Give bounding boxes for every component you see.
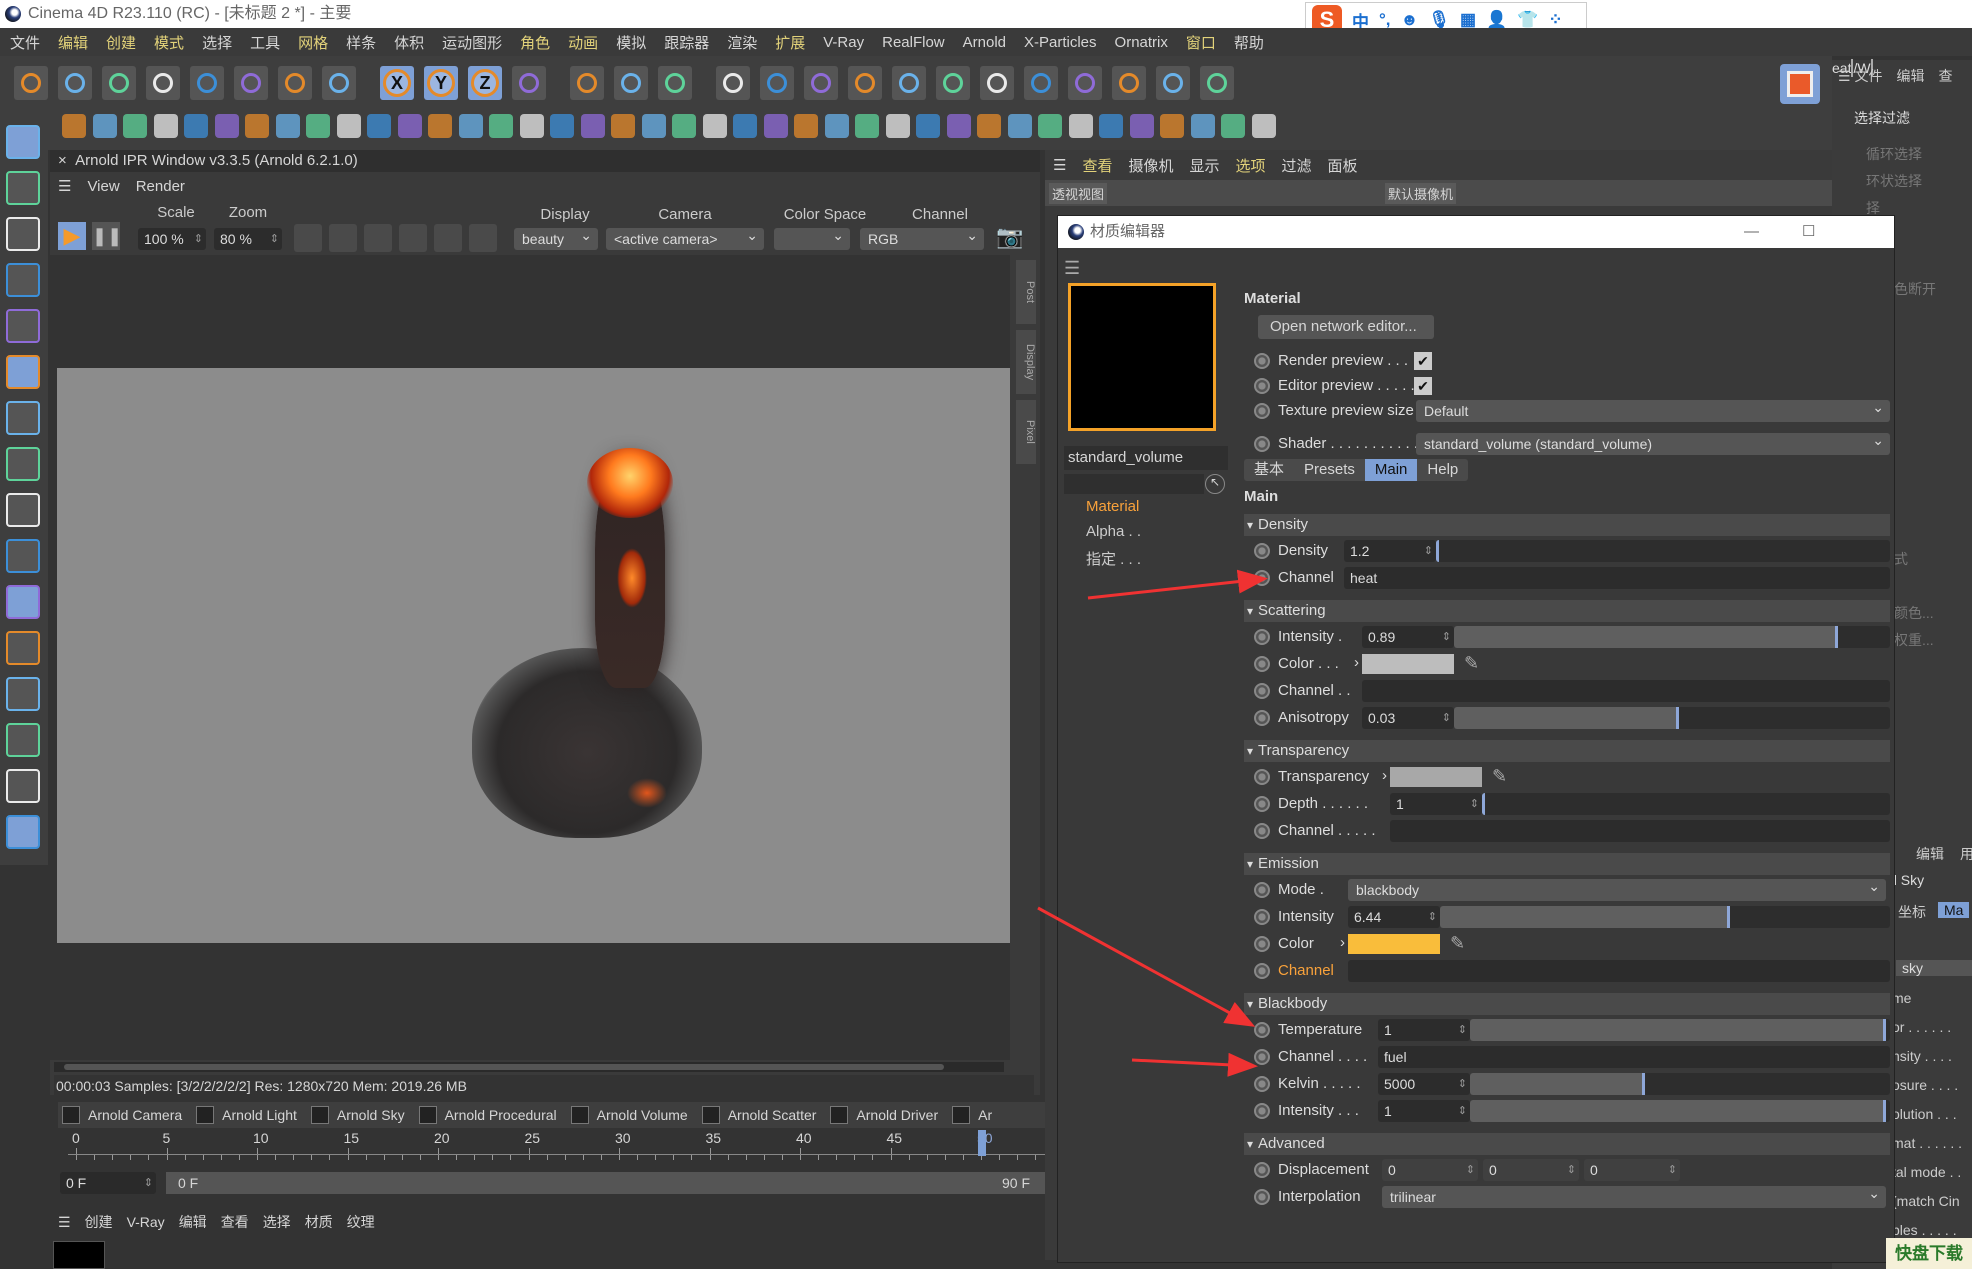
z-axis-icon[interactable]: Z bbox=[468, 66, 502, 100]
rotate-icon[interactable] bbox=[234, 66, 268, 100]
coord-icon[interactable] bbox=[512, 66, 546, 100]
recent-icon[interactable] bbox=[322, 66, 356, 100]
tool-icon[interactable] bbox=[580, 114, 605, 138]
select-icon[interactable] bbox=[102, 66, 136, 100]
tool-icon[interactable] bbox=[1129, 114, 1154, 138]
tool-icon[interactable] bbox=[1190, 114, 1215, 138]
psr-icon[interactable] bbox=[278, 66, 312, 100]
scale-icon[interactable] bbox=[190, 66, 224, 100]
deformer-icon[interactable] bbox=[1024, 66, 1058, 100]
tool-icon[interactable] bbox=[336, 114, 361, 138]
tool-icon[interactable] bbox=[885, 114, 910, 138]
tool-icon[interactable] bbox=[1221, 114, 1245, 138]
tool-icon[interactable] bbox=[550, 114, 574, 138]
tool-icon[interactable] bbox=[763, 114, 788, 138]
tool-icon[interactable] bbox=[916, 114, 940, 138]
tool-icon[interactable] bbox=[153, 114, 178, 138]
tool-icon[interactable] bbox=[92, 114, 117, 138]
tool-icon[interactable] bbox=[794, 114, 818, 138]
tool-icon[interactable] bbox=[702, 114, 727, 138]
tool-icon[interactable] bbox=[306, 114, 330, 138]
tool-icon[interactable] bbox=[1007, 114, 1032, 138]
undo-icon[interactable] bbox=[14, 66, 48, 100]
tool-icon[interactable] bbox=[245, 114, 269, 138]
tool-icon[interactable] bbox=[367, 114, 391, 138]
annotation-arrows bbox=[1037, 569, 1268, 1077]
voronoi-icon[interactable] bbox=[936, 66, 970, 100]
tool-icon[interactable] bbox=[641, 114, 666, 138]
tool-icon[interactable] bbox=[214, 114, 239, 138]
tool-icon[interactable] bbox=[611, 114, 635, 138]
watermark-logo: 快盘下载 bbox=[1886, 1238, 1972, 1269]
light-icon[interactable] bbox=[1156, 66, 1190, 100]
render-settings-icon[interactable] bbox=[658, 66, 692, 100]
tool-icon[interactable] bbox=[458, 114, 483, 138]
tool-icon[interactable] bbox=[855, 114, 879, 138]
arrow-to-density-channel bbox=[1087, 569, 1268, 600]
tool-icon[interactable] bbox=[672, 114, 696, 138]
tool-icon[interactable] bbox=[428, 114, 452, 138]
tool-icon[interactable] bbox=[123, 114, 147, 138]
tool-icon[interactable] bbox=[519, 114, 544, 138]
tool-icon[interactable] bbox=[1160, 114, 1184, 138]
tool-icon[interactable] bbox=[275, 114, 300, 138]
tool-icon[interactable] bbox=[1251, 114, 1276, 138]
arrow-to-temperature bbox=[1037, 906, 1256, 1027]
tool-icon[interactable] bbox=[824, 114, 849, 138]
redo-icon[interactable] bbox=[58, 66, 92, 100]
subdivide-icon[interactable] bbox=[804, 66, 838, 100]
tool-icon[interactable] bbox=[733, 114, 757, 138]
tool-icon[interactable] bbox=[397, 114, 422, 138]
move-icon[interactable] bbox=[146, 66, 180, 100]
x-axis-icon[interactable]: X bbox=[380, 66, 414, 100]
tool-icon[interactable] bbox=[946, 114, 971, 138]
pen-icon[interactable] bbox=[760, 66, 794, 100]
symmetry-icon[interactable] bbox=[980, 66, 1014, 100]
cube-icon[interactable] bbox=[716, 66, 750, 100]
extrude-icon[interactable] bbox=[848, 66, 882, 100]
tool-icon[interactable] bbox=[1068, 114, 1093, 138]
floor-icon[interactable] bbox=[1068, 66, 1102, 100]
tool-icon[interactable] bbox=[1099, 114, 1123, 138]
render-active-icon[interactable] bbox=[614, 66, 648, 100]
tool-icon[interactable] bbox=[62, 114, 86, 138]
render-view-icon[interactable] bbox=[570, 66, 604, 100]
tool-icon[interactable] bbox=[489, 114, 513, 138]
tool-icon[interactable] bbox=[184, 114, 208, 138]
effector-icon[interactable] bbox=[1200, 66, 1234, 100]
arrow-to-fuel-channel bbox=[1131, 1052, 1258, 1077]
tool-icon[interactable] bbox=[977, 114, 1001, 138]
camera-icon[interactable] bbox=[1112, 66, 1146, 100]
y-axis-icon[interactable]: Y bbox=[424, 66, 458, 100]
cloner-icon[interactable] bbox=[892, 66, 926, 100]
tool-icon[interactable] bbox=[1038, 114, 1062, 138]
